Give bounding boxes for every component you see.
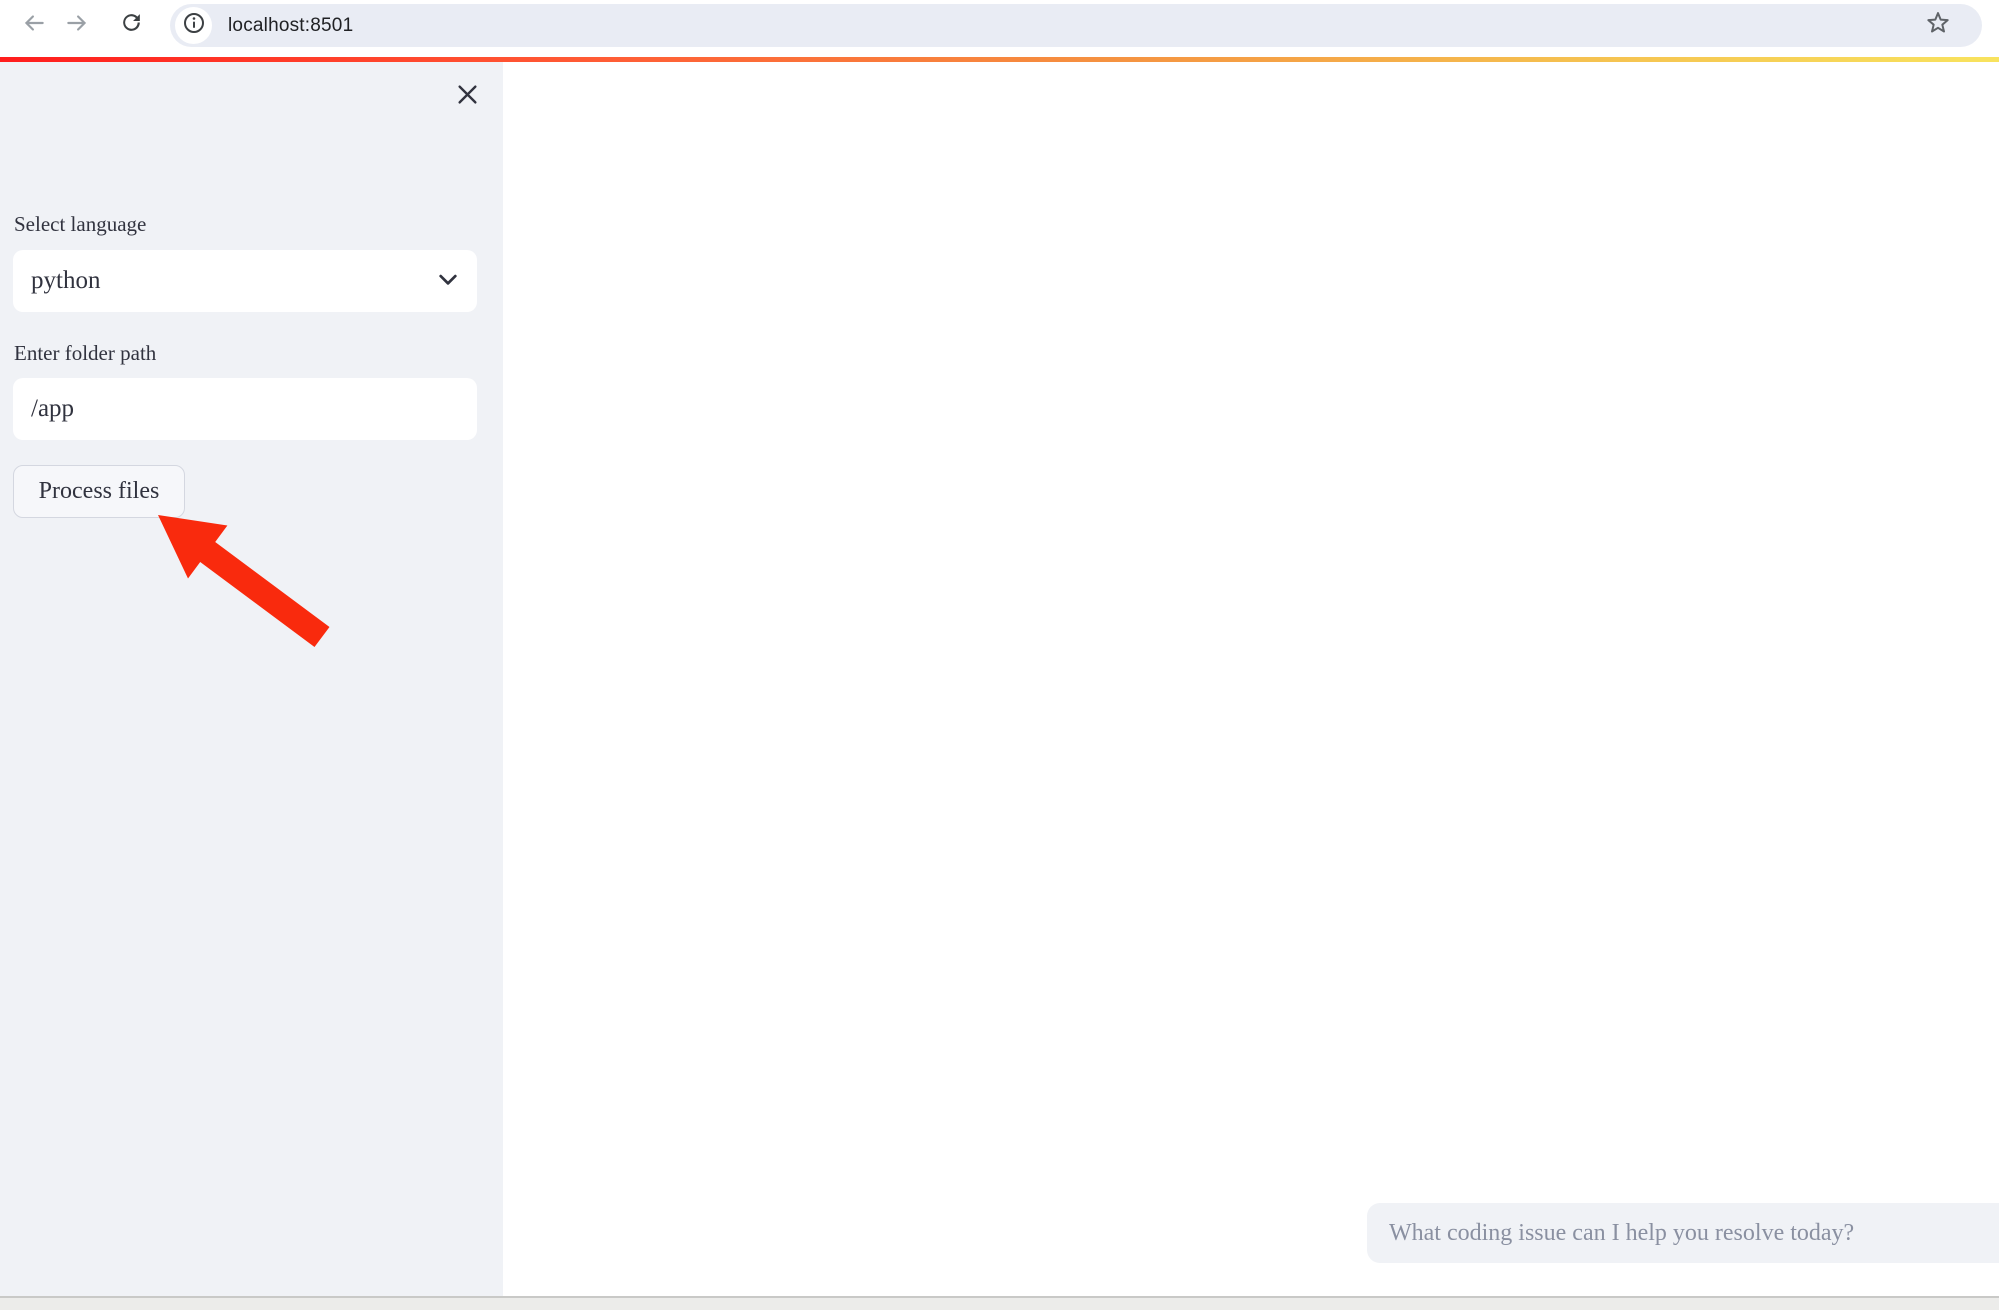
back-button[interactable] xyxy=(17,8,51,42)
star-icon xyxy=(1924,9,1952,42)
annotation-arrow xyxy=(130,498,340,653)
folder-path-label: Enter folder path xyxy=(14,341,156,366)
bookmark-button[interactable] xyxy=(1919,7,1956,44)
main-content xyxy=(503,62,1999,1296)
chevron-down-icon xyxy=(439,273,457,292)
folder-path-field-wrap xyxy=(13,378,477,440)
info-icon xyxy=(182,11,206,40)
language-select-value: python xyxy=(31,267,100,295)
url-text[interactable]: localhost:8501 xyxy=(228,4,353,47)
sidebar-close-button[interactable] xyxy=(450,80,484,114)
reload-icon xyxy=(119,10,144,40)
browser-toolbar: localhost:8501 xyxy=(0,0,1999,57)
back-arrow-icon xyxy=(21,10,47,41)
chat-input-container xyxy=(1367,1203,1999,1263)
window-bottom-strip xyxy=(0,1296,1999,1310)
language-select[interactable]: python xyxy=(13,250,477,312)
forward-arrow-icon xyxy=(64,10,90,41)
sidebar: Select language python Enter folder path… xyxy=(0,62,503,1296)
forward-button[interactable] xyxy=(60,8,94,42)
browser-window: localhost:8501 Select language python xyxy=(0,0,1999,1310)
folder-path-input[interactable] xyxy=(13,378,477,440)
chat-input[interactable] xyxy=(1367,1203,1999,1263)
process-files-button[interactable]: Process files xyxy=(13,465,185,518)
site-info-chip[interactable] xyxy=(175,7,212,44)
language-select-label: Select language xyxy=(14,212,146,237)
app-view: Select language python Enter folder path… xyxy=(0,62,1999,1296)
reload-button[interactable] xyxy=(114,8,148,42)
address-bar[interactable]: localhost:8501 xyxy=(170,4,1982,47)
close-icon xyxy=(454,81,481,113)
